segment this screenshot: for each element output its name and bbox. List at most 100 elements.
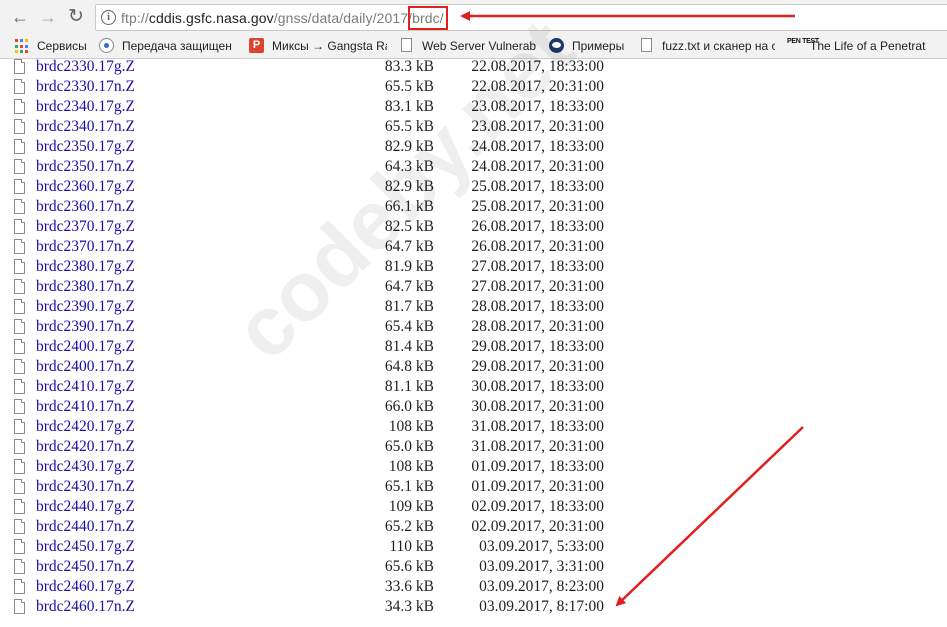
file-date: 02.09.2017, 20:31:00 — [471, 518, 604, 535]
file-row: brdc2410.17n.Z 66.0 kB 30.08.2017, 20:31:0… — [0, 397, 947, 417]
forward-arrow-icon[interactable]: → — [36, 5, 60, 29]
url-path: /gnss/data/daily/2017 — [273, 10, 409, 26]
file-link[interactable]: brdc2450.17g.Z — [36, 537, 135, 557]
file-row: brdc2390.17n.Z 65.4 kB 28.08.2017, 20:31:0… — [0, 317, 947, 337]
file-row: brdc2420.17n.Z 65.0 kB 31.08.2017, 20:31:0… — [0, 437, 947, 457]
file-link[interactable]: brdc2410.17g.Z — [36, 377, 135, 397]
file-link[interactable]: brdc2380.17n.Z — [36, 277, 135, 297]
file-icon — [14, 539, 25, 554]
file-link[interactable]: brdc2410.17n.Z — [36, 397, 135, 417]
file-date: 03.09.2017, 8:17:00 — [479, 598, 604, 615]
file-link[interactable]: brdc2350.17g.Z — [36, 137, 135, 157]
file-size: 81.1 kB — [384, 378, 434, 395]
back-arrow-icon[interactable]: ← — [8, 5, 32, 29]
file-row: brdc2390.17g.Z 81.7 kB 28.08.2017, 18:33:0… — [0, 297, 947, 317]
file-size: 65.2 kB — [384, 518, 434, 535]
file-date: 27.08.2017, 18:33:00 — [471, 258, 604, 275]
file-row: brdc2440.17g.Z 109 kB 02.09.2017, 18:33:00 — [0, 497, 947, 517]
file-icon — [14, 239, 25, 254]
file-link[interactable]: brdc2450.17n.Z — [36, 557, 135, 577]
file-date: 30.08.2017, 20:31:00 — [471, 398, 604, 415]
file-link[interactable]: brdc2460.17g.Z — [36, 577, 135, 597]
file-link[interactable]: brdc2370.17n.Z — [36, 237, 135, 257]
file-link[interactable]: brdc2330.17g.Z — [36, 57, 135, 77]
file-date: 02.09.2017, 18:33:00 — [471, 498, 604, 515]
file-row: brdc2420.17g.Z 108 kB 31.08.2017, 18:33:00 — [0, 417, 947, 437]
file-icon — [14, 519, 25, 534]
page-icon — [641, 38, 652, 52]
file-link[interactable]: brdc2420.17g.Z — [36, 417, 135, 437]
p-logo-icon: P — [249, 38, 264, 53]
file-size: 64.8 kB — [384, 358, 434, 375]
file-icon — [14, 279, 25, 294]
file-link[interactable]: brdc2390.17n.Z — [36, 317, 135, 337]
file-date: 01.09.2017, 20:31:00 — [471, 478, 604, 495]
file-date: 28.08.2017, 20:31:00 — [471, 318, 604, 335]
browser-toolbar: ← → ↻ i ftp://cddis.gsfc.nasa.gov/gnss/d… — [0, 0, 947, 34]
file-size: 34.3 kB — [384, 598, 434, 615]
file-size: 65.5 kB — [384, 78, 434, 95]
file-icon — [14, 599, 25, 614]
file-size: 83.3 kB — [384, 58, 434, 75]
file-row: brdc2440.17n.Z 65.2 kB 02.09.2017, 20:31:0… — [0, 517, 947, 537]
url-text[interactable]: ftp://cddis.gsfc.nasa.gov/gnss/data/dail… — [121, 6, 448, 30]
file-size: 110 kB — [389, 538, 434, 555]
file-row: brdc2450.17n.Z 65.6 kB 03.09.2017, 3:31:00 — [0, 557, 947, 577]
bookmark-services[interactable]: Сервисы — [14, 38, 94, 54]
file-date: 25.08.2017, 18:33:00 — [471, 178, 604, 195]
file-date: 28.08.2017, 18:33:00 — [471, 298, 604, 315]
file-row: brdc2430.17n.Z 65.1 kB 01.09.2017, 20:31:0… — [0, 477, 947, 497]
file-row: brdc2370.17n.Z 64.7 kB 26.08.2017, 20:31:0… — [0, 237, 947, 257]
file-row: brdc2450.17g.Z 110 kB 03.09.2017, 5:33:00 — [0, 537, 947, 557]
file-link[interactable]: brdc2350.17n.Z — [36, 157, 135, 177]
file-icon — [14, 159, 25, 174]
reload-icon[interactable]: ↻ — [64, 5, 88, 29]
file-link[interactable]: brdc2440.17n.Z — [36, 517, 135, 537]
file-date: 30.08.2017, 18:33:00 — [471, 378, 604, 395]
file-link[interactable]: brdc2390.17g.Z — [36, 297, 135, 317]
file-link[interactable]: brdc2330.17n.Z — [36, 77, 135, 97]
file-link[interactable]: brdc2460.17n.Z — [36, 597, 135, 617]
bookmark-fuzz[interactable]: fuzz.txt и сканер на с — [639, 38, 775, 54]
file-size: 66.0 kB — [384, 398, 434, 415]
file-link[interactable]: brdc2340.17n.Z — [36, 117, 135, 137]
bookmark-mixes[interactable]: P Миксы → Gangsta Ra — [249, 38, 387, 54]
file-link[interactable]: brdc2370.17g.Z — [36, 217, 135, 237]
file-date: 26.08.2017, 20:31:00 — [471, 238, 604, 255]
file-link[interactable]: brdc2430.17n.Z — [36, 477, 135, 497]
file-icon — [14, 259, 25, 274]
file-row: brdc2400.17n.Z 64.8 kB 29.08.2017, 20:31:0… — [0, 357, 947, 377]
file-date: 26.08.2017, 18:33:00 — [471, 218, 604, 235]
file-link[interactable]: brdc2400.17g.Z — [36, 337, 135, 357]
file-icon — [14, 299, 25, 314]
file-icon — [14, 559, 25, 574]
file-size: 108 kB — [388, 418, 434, 435]
file-link[interactable]: brdc2380.17g.Z — [36, 257, 135, 277]
file-icon — [14, 79, 25, 94]
file-size: 65.4 kB — [384, 318, 434, 335]
file-date: 31.08.2017, 18:33:00 — [471, 418, 604, 435]
file-link[interactable]: brdc2360.17g.Z — [36, 177, 135, 197]
file-row: brdc2430.17g.Z 108 kB 01.09.2017, 18:33:00 — [0, 457, 947, 477]
url-host: cddis.gsfc.nasa.gov — [148, 10, 274, 26]
file-icon — [14, 499, 25, 514]
bookmark-label: Передача защищен — [122, 39, 232, 53]
info-icon[interactable]: i — [101, 10, 116, 25]
file-link[interactable]: brdc2420.17n.Z — [36, 437, 135, 457]
file-size: 81.4 kB — [384, 338, 434, 355]
apps-grid-icon — [14, 38, 31, 54]
file-link[interactable]: brdc2360.17n.Z — [36, 197, 135, 217]
file-link[interactable]: brdc2430.17g.Z — [36, 457, 135, 477]
file-icon — [14, 379, 25, 394]
page-icon — [401, 38, 412, 52]
file-row: brdc2380.17g.Z 81.9 kB 27.08.2017, 18:33:0… — [0, 257, 947, 277]
pentest-icon: PEN TEST — [787, 38, 819, 45]
file-link[interactable]: brdc2400.17n.Z — [36, 357, 135, 377]
file-date: 27.08.2017, 20:31:00 — [471, 278, 604, 295]
file-date: 29.08.2017, 20:31:00 — [471, 358, 604, 375]
file-icon — [14, 199, 25, 214]
file-link[interactable]: brdc2340.17g.Z — [36, 97, 135, 117]
bookmark-pentest[interactable]: PEN TEST The Life of a Penetrat — [787, 38, 947, 54]
file-link[interactable]: brdc2440.17g.Z — [36, 497, 135, 517]
bookmark-secure-transfer[interactable]: Передача защищен — [99, 38, 239, 54]
